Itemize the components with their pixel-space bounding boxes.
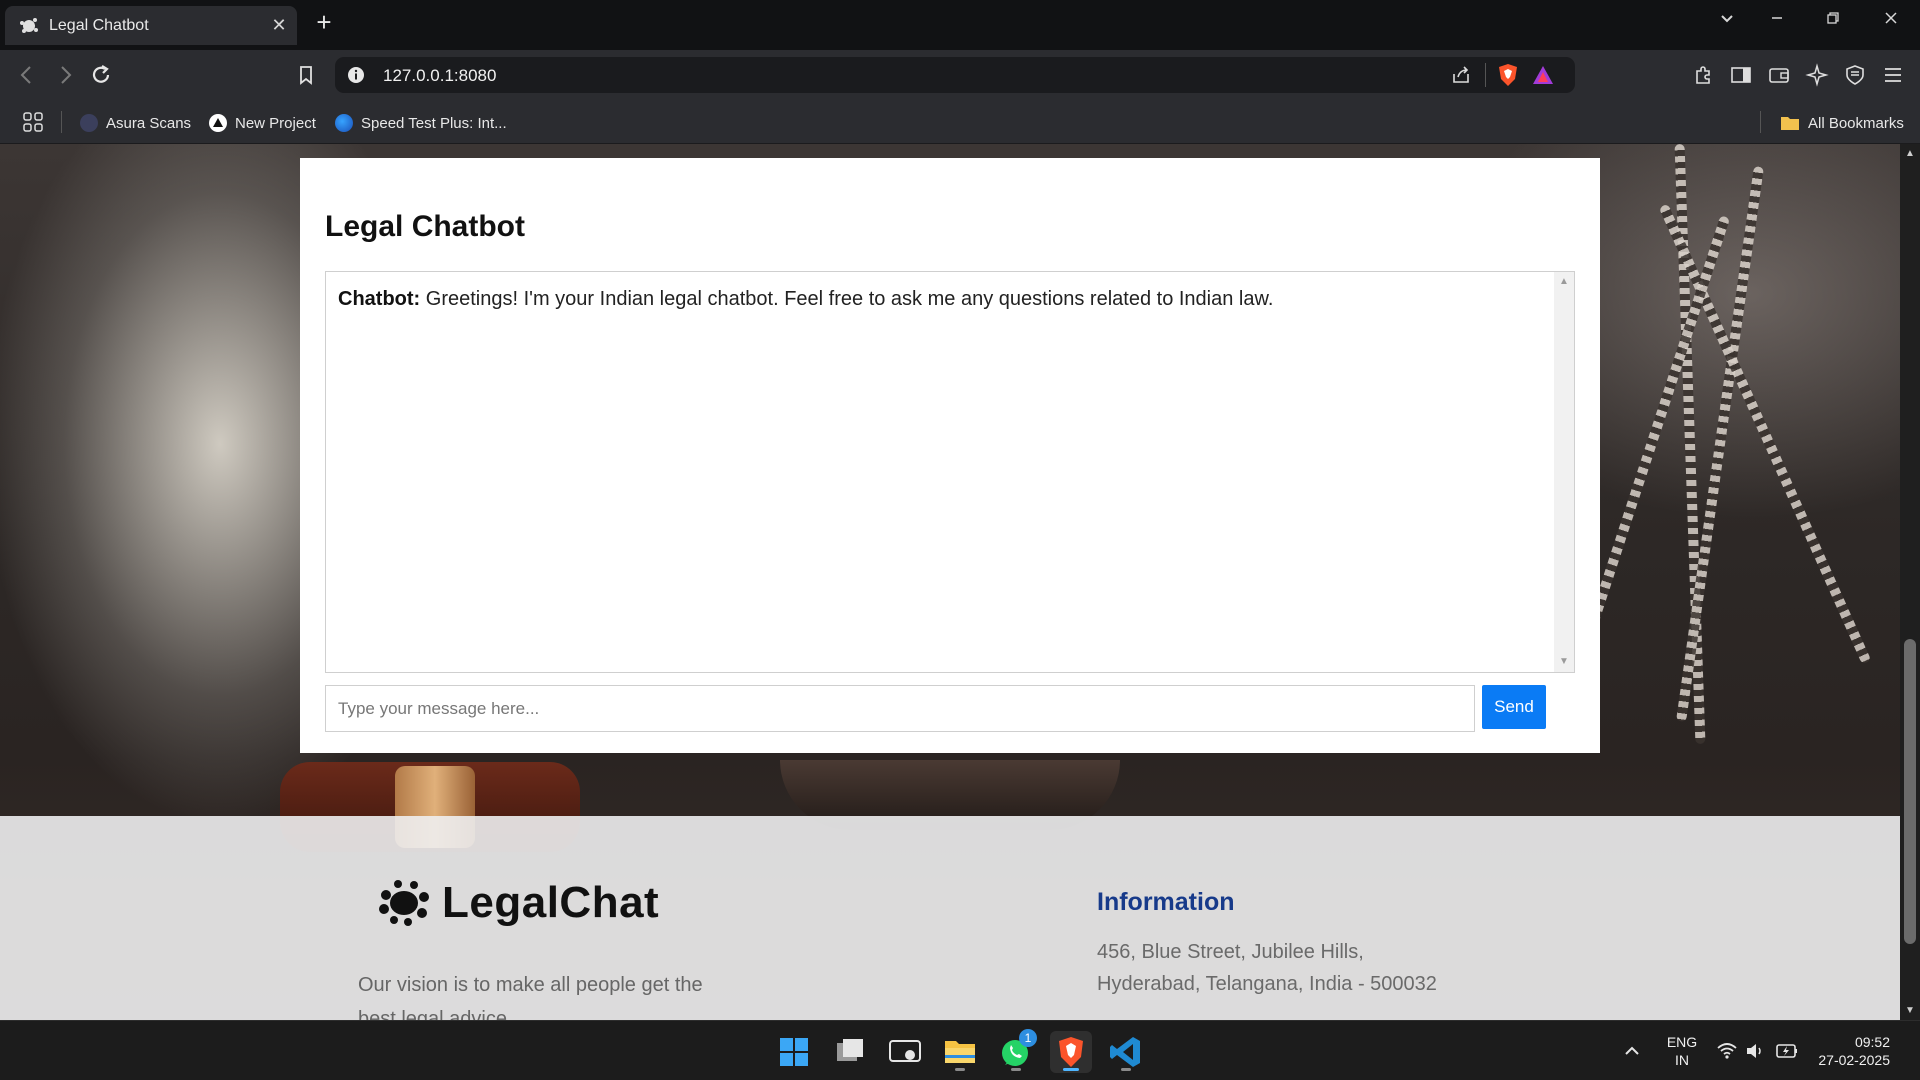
file-explorer-icon	[945, 1041, 975, 1063]
leo-ai-icon[interactable]	[1805, 63, 1829, 87]
bookmarks-divider	[61, 111, 62, 133]
input-language-indicator[interactable]: ENG IN	[1664, 1033, 1700, 1069]
bookmark-speed-test[interactable]: Speed Test Plus: Int...	[335, 112, 507, 134]
forward-button[interactable]	[52, 62, 80, 88]
minimize-button[interactable]	[1760, 10, 1794, 38]
running-indicator	[1011, 1068, 1021, 1071]
message-input[interactable]	[325, 685, 1475, 732]
address-line: Hyderabad, Telangana, India - 500032	[1097, 973, 1437, 995]
triangle-icon	[209, 114, 227, 132]
vpn-shield-icon[interactable]	[1843, 63, 1867, 87]
taskbar-app-brave[interactable]	[1050, 1031, 1092, 1073]
tab-close-icon[interactable]: ✕	[269, 15, 289, 35]
omnibox-divider	[1485, 63, 1486, 87]
bookmark-label: Asura Scans	[106, 114, 192, 132]
volume-icon[interactable]	[1745, 1041, 1767, 1061]
apps-grid-icon[interactable]	[22, 111, 44, 133]
notification-badge: 1	[1019, 1029, 1037, 1047]
bookmark-page-icon[interactable]	[293, 62, 321, 88]
page-scrollbar[interactable]: ▲ ▼	[1900, 144, 1920, 1020]
legalchat-logo-icon	[379, 880, 429, 926]
message-text: Greetings! I'm your Indian legal chatbot…	[420, 288, 1274, 310]
windows-logo-icon	[780, 1038, 808, 1066]
folder-icon	[1781, 117, 1799, 130]
bookmark-label: New Project	[235, 114, 316, 132]
reload-button[interactable]	[88, 62, 116, 88]
region-code: IN	[1675, 1052, 1689, 1068]
close-window-button[interactable]	[1874, 10, 1908, 38]
new-tab-button[interactable]: +	[311, 9, 337, 36]
back-button[interactable]	[14, 62, 42, 88]
running-indicator	[1063, 1068, 1079, 1071]
chat-card: Legal Chatbot Chatbot: Greetings! I'm yo…	[300, 158, 1600, 753]
clock-time: 09:52	[1854, 1034, 1890, 1050]
running-indicator	[1121, 1068, 1131, 1071]
menu-hamburger-icon[interactable]	[1881, 63, 1905, 87]
bookmark-label: Speed Test Plus: Int...	[361, 114, 507, 132]
site-footer: LegalChat Our vision is to make all peop…	[0, 816, 1900, 1020]
running-indicator	[955, 1068, 965, 1071]
restore-button[interactable]	[1816, 10, 1850, 38]
address-line: 456, Blue Street, Jubilee Hills,	[1097, 941, 1364, 963]
tab-search-chevron-icon[interactable]	[1710, 10, 1744, 38]
brave-rewards-icon[interactable]	[1531, 64, 1555, 86]
page-scroll-up-icon[interactable]: ▲	[1905, 148, 1915, 159]
footer-vision-text: Our vision is to make all people get the…	[358, 974, 703, 1020]
active-tab[interactable]: Legal Chatbot ✕	[5, 6, 297, 45]
asura-icon	[80, 114, 98, 132]
message-sender: Chatbot:	[338, 288, 421, 310]
footer-logo[interactable]: LegalChat	[376, 878, 659, 928]
taskbar-app-monitor[interactable]	[884, 1031, 926, 1073]
clock-date: 27-02-2025	[1818, 1052, 1890, 1068]
page-scroll-thumb[interactable]	[1904, 639, 1916, 944]
sidebar-toggle-icon[interactable]	[1729, 63, 1753, 87]
brave-browser-icon	[1059, 1037, 1083, 1067]
taskbar-app-vscode[interactable]	[1105, 1031, 1147, 1073]
tray-chevron-up-icon[interactable]	[1622, 1041, 1642, 1061]
all-bookmarks-label: All Bookmarks	[1808, 114, 1904, 132]
vscode-icon	[1110, 1037, 1140, 1067]
url-text: 127.0.0.1:8080	[383, 66, 497, 85]
taskbar-app-file-explorer[interactable]	[939, 1031, 981, 1073]
chat-log[interactable]: Chatbot: Greetings! I'm your Indian lega…	[325, 271, 1575, 673]
wallet-icon[interactable]	[1767, 63, 1791, 87]
task-view-button[interactable]	[829, 1031, 871, 1073]
footer-brand: LegalChat	[442, 878, 660, 927]
bookmarks-divider	[1760, 111, 1761, 133]
start-button[interactable]	[773, 1031, 815, 1073]
wifi-icon[interactable]	[1716, 1041, 1738, 1061]
site-info-icon[interactable]	[347, 66, 365, 84]
legalchat-favicon-icon	[20, 18, 38, 33]
bookmarks-bar: Asura Scans New Project Speed Test Plus:…	[0, 100, 1920, 144]
bookmark-new-project[interactable]: New Project	[209, 112, 316, 134]
bot-message: Chatbot: Greetings! I'm your Indian lega…	[338, 288, 1273, 311]
brave-shields-icon[interactable]	[1497, 63, 1519, 87]
footer-address: 456, Blue Street, Jubilee Hills, Hyderab…	[1097, 936, 1437, 1000]
share-icon[interactable]	[1450, 64, 1472, 86]
scroll-up-arrow-icon[interactable]: ▲	[1559, 277, 1569, 287]
page-scroll-down-icon[interactable]: ▼	[1905, 1005, 1915, 1016]
address-bar[interactable]: 127.0.0.1:8080	[335, 57, 1575, 93]
screen-monitor-icon	[889, 1040, 921, 1062]
bookmark-asura-scans[interactable]: Asura Scans	[80, 112, 191, 134]
speedtest-icon	[335, 114, 353, 132]
task-view-icon	[837, 1039, 863, 1061]
windows-taskbar: 1 ENG IN 09:52 27-02-2025	[0, 1020, 1920, 1080]
info-heading: Information	[1097, 888, 1235, 916]
scroll-down-arrow-icon[interactable]: ▼	[1559, 657, 1569, 667]
chat-scrollbar[interactable]: ▲ ▼	[1554, 272, 1574, 672]
all-bookmarks-button[interactable]: All Bookmarks	[1780, 112, 1904, 134]
battery-charging-icon[interactable]	[1775, 1041, 1799, 1061]
tab-title: Legal Chatbot	[49, 17, 149, 34]
chat-title: Legal Chatbot	[325, 210, 525, 243]
language-code: ENG	[1666, 1034, 1698, 1050]
page-viewport: Legal Chatbot Chatbot: Greetings! I'm yo…	[0, 144, 1900, 1020]
taskbar-app-whatsapp[interactable]: 1	[995, 1029, 1037, 1073]
send-button[interactable]: Send	[1482, 685, 1546, 729]
clock[interactable]: 09:52 27-02-2025	[1810, 1033, 1890, 1069]
extensions-puzzle-icon[interactable]	[1691, 63, 1715, 87]
browser-tab-bar: Legal Chatbot ✕ +	[0, 0, 1920, 50]
